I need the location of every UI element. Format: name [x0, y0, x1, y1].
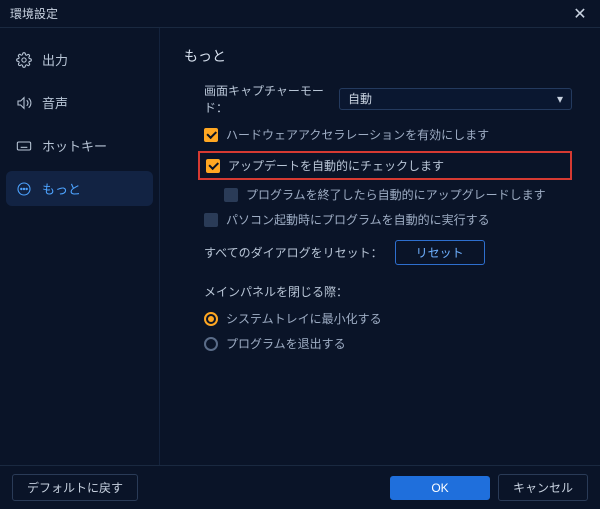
sidebar-item-label: 音声 [42, 93, 68, 112]
main-panel: もっと 画面キャプチャーモード： 自動 ▾ ハードウェアアクセラレーションを有効… [160, 28, 600, 465]
radio-minimize-tray[interactable]: システムトレイに最小化する [204, 310, 572, 327]
checkbox-label[interactable]: アップデートを自動的にチェックします [228, 157, 444, 174]
cancel-button[interactable]: キャンセル [498, 474, 588, 501]
window-title: 環境設定 [10, 5, 58, 22]
speaker-icon [16, 95, 32, 111]
footer: デフォルトに戻す OK キャンセル [0, 465, 600, 509]
checkbox-icon [204, 128, 218, 142]
keyboard-icon [16, 138, 32, 154]
reset-dialogs-row: すべてのダイアログをリセット： リセット [204, 240, 572, 265]
capture-mode-select-wrap: 自動 ▾ [339, 88, 572, 110]
sidebar-item-label: 出力 [42, 50, 68, 69]
sidebar-item-hotkey[interactable]: ホットキー [6, 128, 153, 163]
radio-icon [204, 312, 218, 326]
checkbox-icon[interactable] [206, 159, 220, 173]
checkbox-label: パソコン起動時にプログラムを自動的に実行する [226, 211, 490, 228]
radio-label: システムトレイに最小化する [226, 310, 382, 327]
capture-mode-label: 画面キャプチャーモード： [204, 82, 339, 116]
radio-label: プログラムを退出する [226, 335, 346, 352]
form-area: 画面キャプチャーモード： 自動 ▾ ハードウェアアクセラレーションを有効にします… [184, 82, 590, 352]
sidebar-item-label: もっと [42, 179, 81, 198]
checkbox-icon [204, 213, 218, 227]
checkbox-run-on-boot[interactable]: パソコン起動時にプログラムを自動的に実行する [204, 211, 572, 228]
checkbox-hw-accel[interactable]: ハードウェアアクセラレーションを有効にします [204, 126, 572, 143]
checkbox-auto-upgrade[interactable]: プログラムを終了したら自動的にアップグレードします [204, 186, 572, 203]
auto-update-highlight: アップデートを自動的にチェックします [198, 151, 572, 180]
capture-mode-value: 自動 [348, 89, 372, 109]
checkbox-icon [224, 188, 238, 202]
close-behavior-label: メインパネルを閉じる際： [204, 283, 572, 300]
capture-mode-row: 画面キャプチャーモード： 自動 ▾ [204, 82, 572, 116]
close-icon[interactable]: ✕ [570, 4, 590, 24]
body-area: 出力 音声 ホットキー もっと もっと 画面キャプチャーモード： [0, 28, 600, 465]
sidebar-item-label: ホットキー [42, 136, 107, 155]
titlebar: 環境設定 ✕ [0, 0, 600, 28]
restore-defaults-button[interactable]: デフォルトに戻す [12, 474, 138, 501]
chevron-down-icon: ▾ [557, 89, 563, 109]
gear-icon [16, 52, 32, 68]
radio-icon [204, 337, 218, 351]
reset-button[interactable]: リセット [395, 240, 485, 265]
ok-button[interactable]: OK [390, 476, 490, 500]
capture-mode-select[interactable]: 自動 ▾ [339, 88, 572, 110]
main-heading: もっと [184, 46, 590, 66]
more-icon [16, 181, 32, 197]
radio-exit-program[interactable]: プログラムを退出する [204, 335, 572, 352]
sidebar: 出力 音声 ホットキー もっと [0, 28, 160, 465]
checkbox-label: ハードウェアアクセラレーションを有効にします [226, 126, 489, 143]
checkbox-label: プログラムを終了したら自動的にアップグレードします [246, 186, 546, 203]
sidebar-item-audio[interactable]: 音声 [6, 85, 153, 120]
sidebar-item-more[interactable]: もっと [6, 171, 153, 206]
sidebar-item-output[interactable]: 出力 [6, 42, 153, 77]
reset-dialogs-label: すべてのダイアログをリセット： [204, 244, 383, 261]
